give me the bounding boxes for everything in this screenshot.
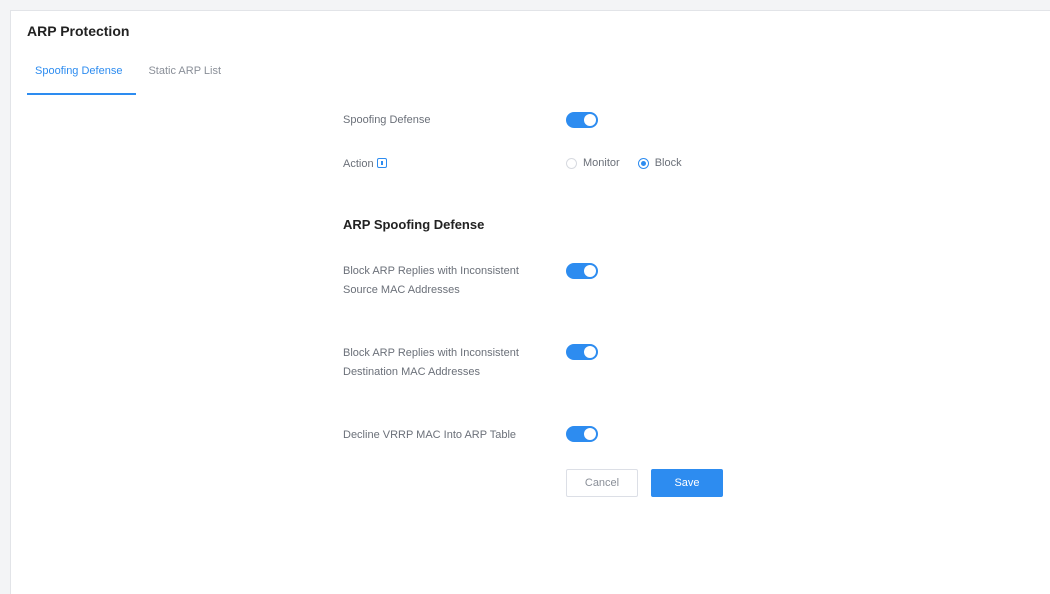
tab-spoofing-defense[interactable]: Spoofing Defense bbox=[27, 59, 137, 95]
action-label-wrap: Action bbox=[343, 155, 387, 174]
radio-option-monitor[interactable]: Monitor bbox=[566, 157, 620, 169]
action-radio-group: Monitor Block bbox=[566, 157, 700, 169]
radio-monitor-label: Monitor bbox=[583, 157, 620, 169]
tab-static-arp-list[interactable]: Static ARP List bbox=[136, 59, 235, 95]
section-title-arp-spoofing-defense: ARP Spoofing Defense bbox=[343, 217, 485, 232]
toggle-knob bbox=[584, 428, 596, 440]
spoofing-defense-toggle[interactable] bbox=[566, 112, 598, 128]
block-src-mac-toggle[interactable] bbox=[566, 263, 598, 279]
block-src-mac-label: Block ARP Replies with Inconsistent Sour… bbox=[343, 265, 519, 296]
decline-vrrp-label: Decline VRRP MAC Into ARP Table bbox=[343, 429, 517, 441]
toggle-knob bbox=[584, 114, 596, 126]
block-dst-mac-toggle[interactable] bbox=[566, 344, 598, 360]
toggle-knob bbox=[584, 265, 596, 277]
save-button[interactable]: Save bbox=[651, 469, 723, 497]
decline-vrrp-toggle[interactable] bbox=[566, 426, 598, 442]
radio-block-label: Block bbox=[654, 157, 682, 169]
cancel-button[interactable]: Cancel bbox=[566, 469, 638, 497]
content-panel: ARP Protection Spoofing Defense Static A… bbox=[10, 10, 1050, 594]
radio-option-block[interactable]: Block bbox=[637, 157, 682, 169]
help-icon[interactable] bbox=[376, 158, 387, 168]
tab-bar: Spoofing Defense Static ARP List bbox=[27, 59, 235, 95]
page-title: ARP Protection bbox=[27, 23, 130, 39]
spoofing-defense-label: Spoofing Defense bbox=[343, 114, 431, 126]
toggle-knob bbox=[584, 346, 596, 358]
radio-block[interactable] bbox=[637, 157, 649, 169]
action-label: Action bbox=[343, 158, 374, 170]
radio-monitor[interactable] bbox=[566, 157, 577, 169]
block-dst-mac-label: Block ARP Replies with Inconsistent Dest… bbox=[343, 347, 519, 378]
